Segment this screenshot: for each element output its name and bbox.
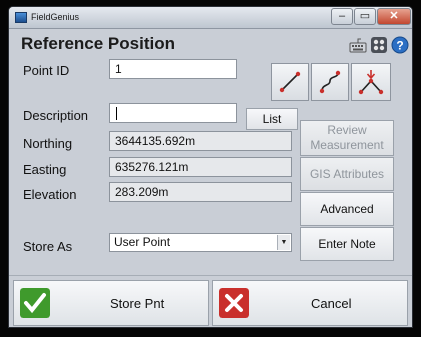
easting-value: 635276.121m bbox=[115, 160, 189, 174]
chevron-down-icon[interactable]: ▼ bbox=[277, 235, 290, 250]
store-as-select[interactable]: User Point ▼ bbox=[109, 233, 292, 252]
curve-icon bbox=[319, 70, 341, 94]
checkmark-icon bbox=[20, 288, 50, 318]
point-split-tool-button[interactable] bbox=[351, 63, 391, 101]
minimize-button[interactable]: – bbox=[331, 8, 353, 25]
bottom-action-bar: Store Pnt Cancel bbox=[9, 275, 412, 327]
reference-position-window: FieldGenius – ▭ ✕ Reference Position ? P… bbox=[8, 6, 413, 328]
easting-label: Easting bbox=[23, 162, 67, 177]
elevation-label: Elevation bbox=[23, 187, 77, 202]
northing-label: Northing bbox=[23, 136, 73, 151]
app-title: FieldGenius bbox=[31, 12, 80, 22]
page-header: Reference Position ? bbox=[11, 32, 410, 58]
app-icon bbox=[15, 12, 27, 23]
line-icon bbox=[279, 71, 301, 93]
elevation-field: 283.209m bbox=[109, 182, 292, 202]
point-id-label: Point ID bbox=[23, 63, 70, 78]
keyboard-icon[interactable] bbox=[349, 36, 367, 54]
point-id-value: 1 bbox=[115, 62, 122, 76]
svg-text:?: ? bbox=[396, 39, 403, 53]
northing-field: 3644135.692m bbox=[109, 131, 292, 151]
review-measurement-button[interactable]: Review Measurement bbox=[300, 120, 394, 156]
maximize-button[interactable]: ▭ bbox=[354, 8, 376, 25]
store-pnt-label: Store Pnt bbox=[110, 296, 165, 311]
easting-field: 635276.121m bbox=[109, 157, 292, 177]
description-label: Description bbox=[23, 108, 89, 123]
store-as-value: User Point bbox=[114, 235, 171, 249]
gis-attributes-button[interactable]: GIS Attributes bbox=[300, 157, 394, 191]
point-id-input[interactable]: 1 bbox=[109, 59, 237, 79]
cancel-x-icon bbox=[219, 288, 249, 318]
title-bar: FieldGenius – ▭ ✕ bbox=[9, 7, 412, 29]
settings-icon[interactable] bbox=[370, 36, 388, 54]
curve-tool-button[interactable] bbox=[311, 63, 349, 101]
enter-note-button[interactable]: Enter Note bbox=[300, 227, 394, 261]
description-input[interactable] bbox=[109, 103, 237, 123]
store-pnt-button[interactable]: Store Pnt bbox=[13, 280, 209, 326]
advanced-button[interactable]: Advanced bbox=[300, 192, 394, 226]
text-cursor bbox=[116, 107, 117, 121]
close-button[interactable]: ✕ bbox=[377, 8, 411, 25]
store-as-label: Store As bbox=[23, 239, 73, 254]
cancel-button[interactable]: Cancel bbox=[212, 280, 408, 326]
help-icon[interactable]: ? bbox=[391, 36, 409, 54]
list-button[interactable]: List bbox=[246, 108, 298, 130]
line-tool-button[interactable] bbox=[271, 63, 309, 101]
elevation-value: 283.209m bbox=[115, 185, 169, 199]
point-split-icon bbox=[358, 70, 384, 95]
cancel-label: Cancel bbox=[311, 296, 352, 311]
page-title: Reference Position bbox=[21, 34, 175, 53]
northing-value: 3644135.692m bbox=[115, 134, 196, 148]
